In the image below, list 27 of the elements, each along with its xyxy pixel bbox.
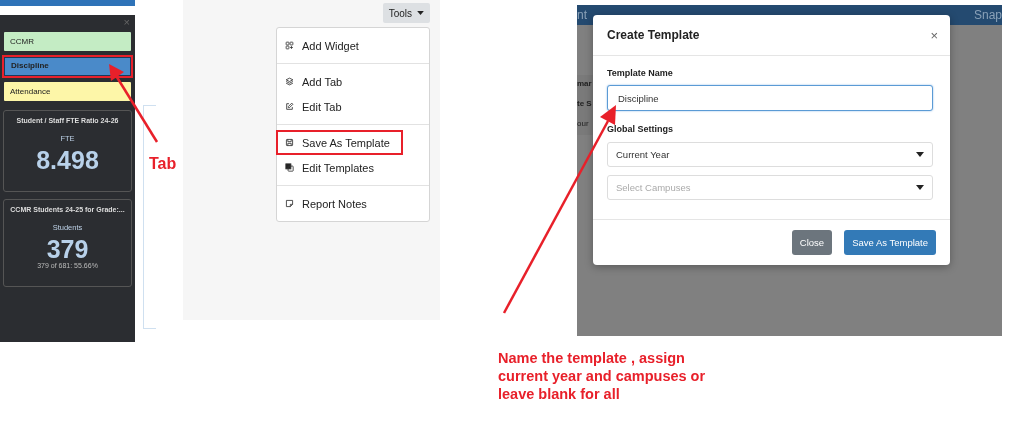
menu-item[interactable]: Add Widget: [278, 35, 401, 56]
dashboard-tab[interactable]: CCMR: [4, 32, 131, 51]
template-name-field[interactable]: Discipline: [607, 85, 933, 111]
menu-item[interactable]: Save As Template: [278, 132, 401, 153]
tools-button[interactable]: Tools: [382, 3, 430, 23]
background-text: te S: [577, 99, 592, 108]
menu-item[interactable]: Add Tab: [278, 71, 401, 92]
nav-link[interactable]: Snap: [973, 8, 1002, 22]
field-label: Global Settings: [607, 124, 674, 134]
nav-link[interactable]: nt: [577, 8, 587, 22]
annotation-label: Tab: [149, 155, 177, 173]
widget-value: 8.498: [36, 147, 99, 173]
annotation-text: Name the template , assign current year and campuses or leave blank for all: [498, 349, 707, 403]
background-text: our: [577, 119, 589, 128]
background-text: mar: [577, 79, 592, 88]
menu-item[interactable]: Edit Templates: [278, 157, 401, 178]
menu-item[interactable]: Edit Tab: [278, 96, 401, 117]
field-label: Template Name: [607, 68, 674, 78]
dashboard-tab[interactable]: Attendance: [4, 82, 131, 101]
select-field[interactable]: Current Year: [607, 142, 933, 167]
dashboard-tab[interactable]: Discipline: [4, 57, 131, 76]
dialog-button[interactable]: Save As Template: [844, 230, 936, 255]
menu-item[interactable]: Report Notes: [278, 193, 401, 214]
widget-value: 379: [46, 236, 89, 262]
dialog-title: Create Template: [607, 28, 700, 42]
dialog-button[interactable]: Close: [791, 230, 833, 255]
close-icon[interactable]: ×: [930, 27, 938, 43]
